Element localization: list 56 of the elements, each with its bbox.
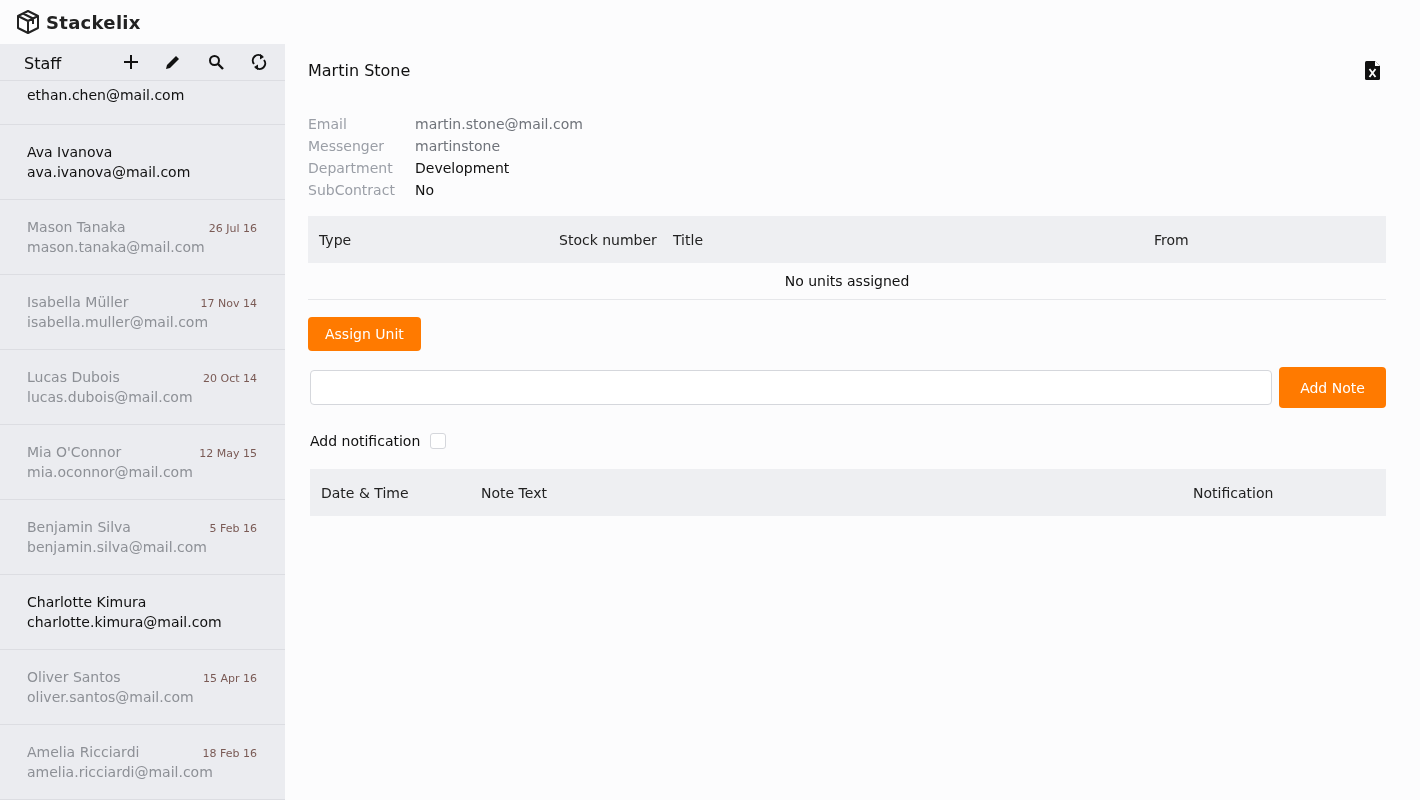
staff-date: 5 Feb 16 (209, 522, 257, 535)
field-label: Messenger (308, 138, 386, 154)
refresh-icon[interactable] (251, 53, 267, 71)
staff-date: 17 Nov 14 (200, 297, 257, 310)
staff-date: 20 Oct 14 (203, 372, 257, 385)
staff-title: Martin Stone (308, 60, 411, 80)
staff-email: lucas.dubois@mail.com (27, 389, 194, 405)
search-icon[interactable] (208, 54, 224, 70)
staff-date: 12 May 15 (199, 447, 257, 460)
sidebar-title: Staff (24, 53, 63, 73)
staff-email: benjamin.silva@mail.com (27, 539, 208, 555)
staff-name: Benjamin Silva (27, 519, 131, 535)
field-value: No (415, 182, 436, 198)
app-name: Stackelix (46, 11, 141, 33)
notification-label: Add notification (310, 433, 421, 449)
staff-name: Ava Ivanova (27, 144, 113, 160)
staff-date: 18 Feb 16 (202, 747, 257, 760)
column-header: Type (319, 231, 353, 248)
field-label: SubContract (308, 182, 396, 198)
staff-email: isabella.muller@mail.com (27, 314, 210, 330)
staff-email: ethan.chen@mail.com (27, 87, 186, 103)
notification-checkbox[interactable] (430, 433, 447, 449)
staff-name: Amelia Ricciardi (27, 744, 140, 760)
note-input-field[interactable] (310, 370, 1272, 405)
staff-name: Lucas Dubois (27, 369, 120, 385)
staff-email: oliver.santos@mail.com (27, 689, 195, 705)
staff-name: Mason Tanaka (27, 219, 126, 235)
staff-date: 26 Jul 16 (208, 222, 257, 235)
staff-email: amelia.ricciardi@mail.com (27, 764, 214, 780)
staff-list-item[interactable]: Charlotte Kimura charlotte.kimura@mail.com (0, 575, 285, 650)
empty-message: No units assigned (308, 263, 1386, 300)
staff-email: charlotte.kimura@mail.com (27, 614, 223, 630)
column-header: Title (673, 231, 704, 248)
field-value: Development (415, 160, 511, 176)
cube-logo-icon (16, 9, 40, 35)
plus-icon[interactable] (124, 55, 138, 69)
column-header: From (1154, 231, 1190, 248)
staff-name: Isabella Müller (27, 294, 129, 310)
column-header: Stock number (559, 231, 658, 248)
staff-email: mia.oconnor@mail.com (27, 464, 194, 480)
field-label: Department (308, 160, 394, 176)
staff-list-item[interactable]: ethan.chen@mail.com (0, 81, 285, 125)
column-header: Notification (1193, 484, 1275, 501)
field-label: Email (308, 116, 348, 132)
staff-name: Oliver Santos (27, 669, 121, 685)
staff-name: Mia O'Connor (27, 444, 122, 460)
excel-file-icon[interactable] (1365, 60, 1380, 80)
pencil-icon[interactable] (165, 54, 181, 70)
field-value: martinstone (415, 138, 502, 154)
staff-date: 15 Apr 16 (202, 672, 257, 685)
staff-name: Charlotte Kimura (27, 594, 147, 610)
column-header: Note Text (481, 484, 548, 501)
staff-email: mason.tanaka@mail.com (27, 239, 206, 255)
column-header: Date & Time (321, 484, 410, 501)
staff-list-item[interactable]: Ava Ivanova ava.ivanova@mail.com (0, 125, 285, 200)
staff-email: ava.ivanova@mail.com (27, 164, 192, 180)
